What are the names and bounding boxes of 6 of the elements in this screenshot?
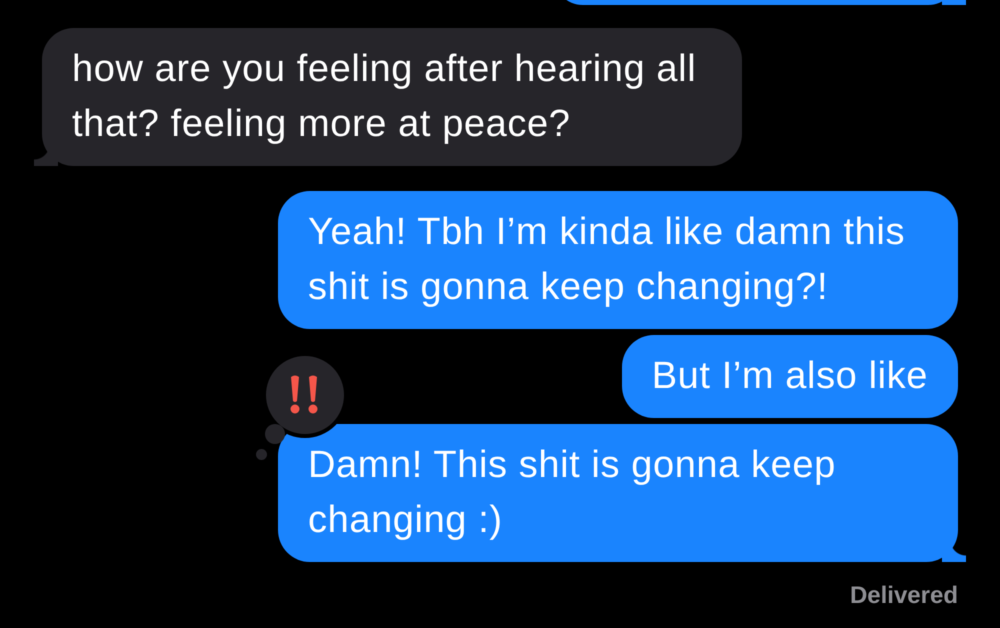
- message-bubble: But I’m also like: [622, 335, 966, 418]
- reaction-tail-dot: [256, 449, 267, 460]
- message-bubble: how are you feeling after hearing all that? feeling more at peace?: [34, 28, 742, 166]
- message-bubble: Damn! This shit is gonna keep changing :): [278, 424, 966, 562]
- message-bubble: Yeah! Tbh I’m kinda like damn this shit is gonna keep changing?!: [278, 191, 966, 329]
- delivery-status: Delivered: [850, 582, 958, 610]
